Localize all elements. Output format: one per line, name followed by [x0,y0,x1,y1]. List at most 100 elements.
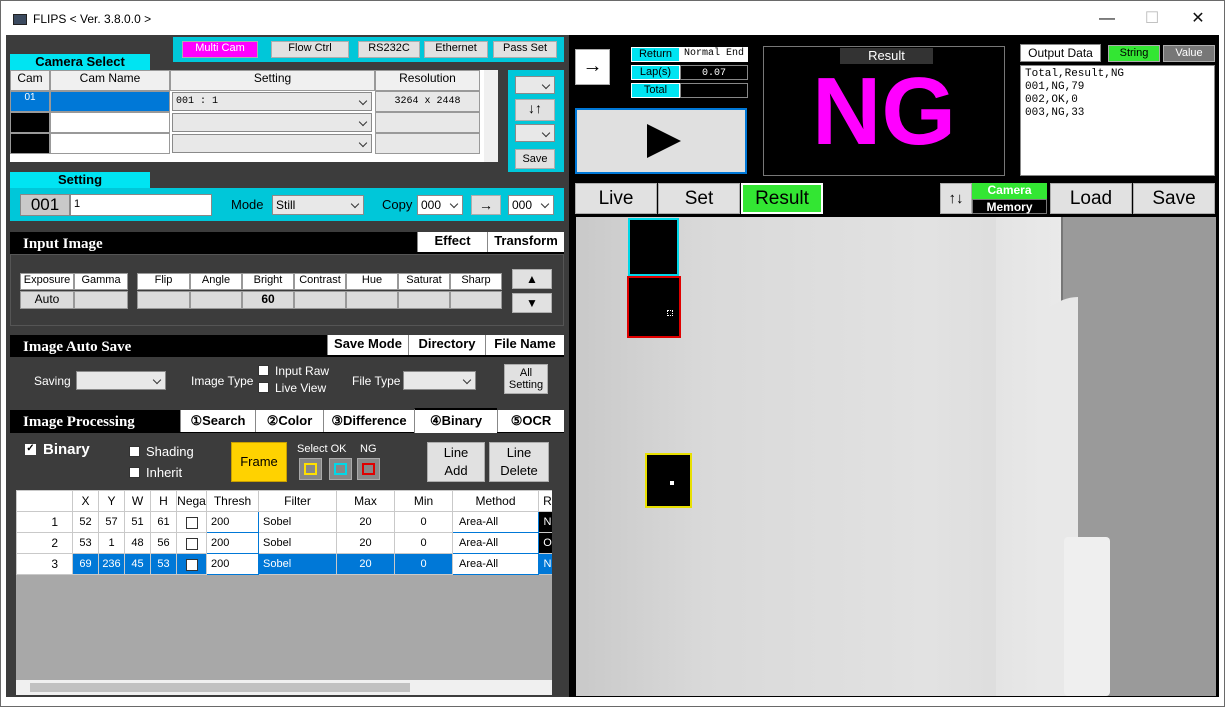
row-min[interactable]: 0 [394,511,453,533]
file-type-select[interactable] [403,371,476,390]
set-button[interactable]: Set [658,183,740,214]
select-yellow-frame[interactable] [299,458,322,480]
row-nega[interactable] [176,511,207,533]
save-button[interactable]: Save [1133,183,1215,214]
exposure-value[interactable]: Auto [20,291,74,309]
row-method[interactable]: Area-All [452,553,539,575]
row-y[interactable]: 1 [98,532,125,554]
row-method[interactable]: Area-All [452,532,539,554]
table-row[interactable]: 2 53 1 48 56 200 Sobel 20 0 Area-All O [16,532,552,554]
binary-checkbox[interactable]: ✓ [25,444,36,455]
tab-effect[interactable]: Effect [417,232,487,252]
run-button[interactable] [575,108,747,174]
flow-ctrl-button[interactable]: Flow Ctrl [271,41,349,58]
inherit-checkbox[interactable] [129,467,140,478]
rs232c-button[interactable]: RS232C [358,41,420,58]
frame-button[interactable]: Frame [231,442,287,482]
gamma-value[interactable] [74,291,128,309]
cam-row-3-setting[interactable] [172,134,372,153]
camera-table-scrollbar[interactable] [484,70,498,162]
table-row-selected[interactable]: 3 69 236 45 53 200 Sobel 20 0 Area-All N [16,553,552,575]
up-button[interactable]: ▲ [512,269,552,289]
copy-to-select[interactable]: 000 [508,195,554,215]
row-thresh[interactable]: 200 [206,511,259,533]
row-w[interactable]: 51 [124,511,151,533]
line-add-button[interactable]: Line Add [427,442,485,482]
copy-arrow-button[interactable]: → [471,195,501,215]
string-button[interactable]: String [1108,45,1160,62]
down-button[interactable]: ▼ [512,293,552,313]
hue-value[interactable] [346,291,398,309]
tab-difference[interactable]: ③Difference [323,410,414,432]
flip-value[interactable] [137,291,190,309]
row-max[interactable]: 20 [336,511,395,533]
cam-row-3-name[interactable] [50,133,170,154]
swap-button[interactable]: ↓↑ [515,99,555,121]
all-setting-button[interactable]: All Setting [504,364,548,394]
row-w[interactable]: 48 [124,532,151,554]
tab-file-name[interactable]: File Name [485,335,564,355]
output-textbox[interactable]: Total,Result,NG 001,NG,79 002,OK,0 003,N… [1020,65,1215,176]
row-filter[interactable]: Sobel [258,532,337,554]
angle-value[interactable] [190,291,242,309]
tab-directory[interactable]: Directory [408,335,485,355]
camera-image[interactable] [576,217,1216,696]
cam-row-3-cam[interactable] [10,133,50,154]
row-y[interactable]: 57 [98,511,125,533]
multi-cam-button[interactable]: Multi Cam [182,41,258,58]
grid-h-scrollbar[interactable] [16,680,552,695]
tab-ocr[interactable]: ⑤OCR [497,410,564,432]
cam-row-2-cam[interactable] [10,112,50,133]
tab-color[interactable]: ②Color [255,410,323,432]
row-y[interactable]: 236 [98,553,125,575]
table-row[interactable]: 1 52 57 51 61 200 Sobel 20 0 Area-All N [16,511,552,533]
row-h[interactable]: 61 [150,511,177,533]
row-x[interactable]: 52 [72,511,99,533]
roi-frame-1-ng[interactable] [627,276,681,338]
load-button[interactable]: Load [1050,183,1132,214]
tab-save-mode[interactable]: Save Mode [327,335,408,355]
select-ng-frame[interactable] [357,458,380,480]
row-filter[interactable]: Sobel [258,553,337,575]
cam-row-1-setting[interactable]: 001 : 1 [172,92,372,111]
input-raw-checkbox[interactable] [258,365,269,376]
cam-row-1-cam[interactable]: 01 [10,91,50,112]
scrollbar-thumb[interactable] [30,683,410,692]
camera-save-button[interactable]: Save [515,149,555,169]
row-min[interactable]: 0 [394,553,453,575]
result-tab-button[interactable]: Result [741,183,823,214]
row-thresh[interactable]: 200 [206,553,259,575]
row-max[interactable]: 20 [336,553,395,575]
cam-row-2-name[interactable] [50,112,170,133]
contrast-value[interactable] [294,291,346,309]
next-arrow-button[interactable]: → [575,49,610,85]
mode-select[interactable]: Still [272,195,364,215]
row-h[interactable]: 56 [150,532,177,554]
sharp-value[interactable] [450,291,502,309]
pass-set-button[interactable]: Pass Set [493,41,557,58]
row-min[interactable]: 0 [394,532,453,554]
row-max[interactable]: 20 [336,532,395,554]
camera-select-dropdown-1[interactable] [515,76,555,94]
cam-row-2-setting[interactable] [172,113,372,132]
copy-from-select[interactable]: 000 [417,195,463,215]
memory-toggle[interactable]: Memory [972,199,1047,214]
row-filter[interactable]: Sobel [258,511,337,533]
roi-frame-2-ok[interactable] [628,218,679,276]
row-h[interactable]: 53 [150,553,177,575]
nega-checkbox[interactable] [185,558,198,571]
camera-toggle[interactable]: Camera [972,183,1047,199]
roi-frame-3-selected[interactable] [645,453,692,508]
row-nega[interactable] [176,532,207,554]
close-button[interactable]: ✕ [1183,9,1213,29]
ethernet-button[interactable]: Ethernet [424,41,488,58]
tab-binary[interactable]: ④Binary [414,408,497,433]
line-delete-button[interactable]: Line Delete [489,442,549,482]
nega-checkbox[interactable] [185,537,198,550]
toggle-arrows-button[interactable]: ↑↓ [940,183,972,214]
camera-select-dropdown-2[interactable] [515,124,555,142]
bright-value[interactable]: 60 [242,291,294,309]
tab-transform[interactable]: Transform [487,232,564,252]
live-button[interactable]: Live [575,183,657,214]
saturat-value[interactable] [398,291,450,309]
